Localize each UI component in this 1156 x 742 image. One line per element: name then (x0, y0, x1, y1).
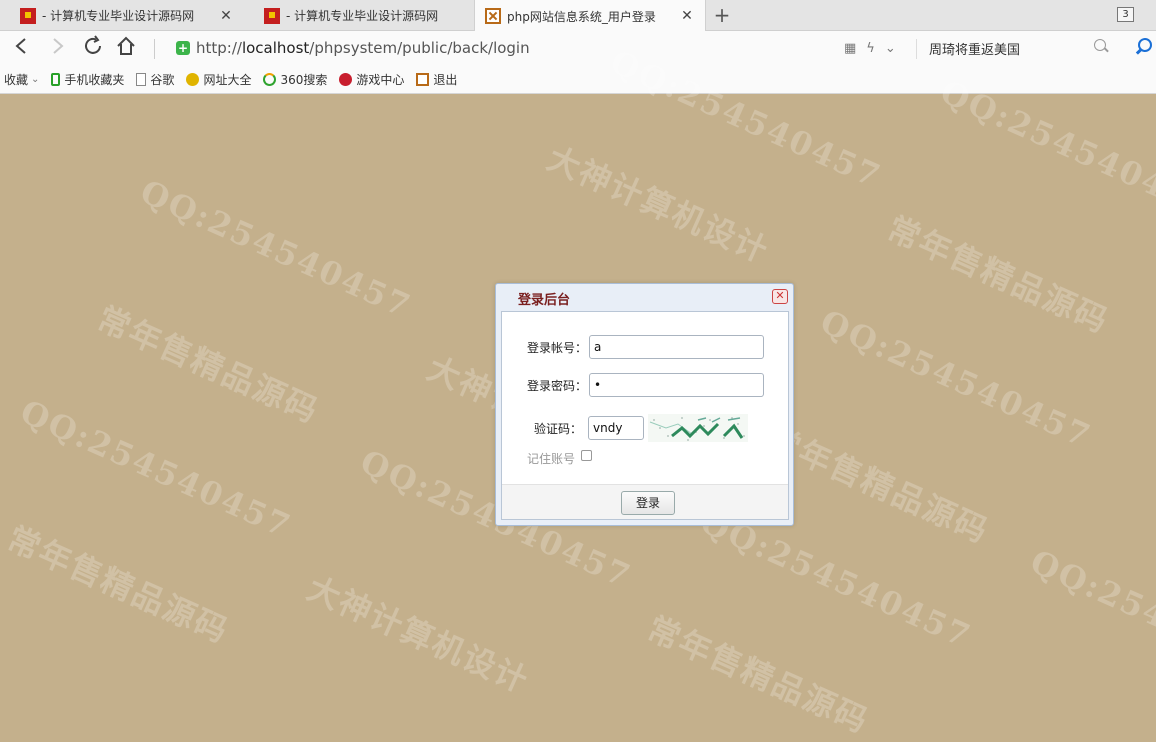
password-label: 登录密码： (527, 378, 588, 393)
watermark-text: QQ:254540457 (1024, 542, 1156, 696)
reload-button[interactable] (80, 35, 106, 61)
captcha-noise-icon (648, 414, 749, 442)
home-button[interactable] (113, 35, 139, 61)
watermark-text: QQ:254540457 (134, 172, 418, 326)
watermark-text: 常年售精品源码 (91, 299, 325, 431)
bookmark-label: 360搜索 (280, 72, 328, 87)
bookmark-exit[interactable]: 退出 (416, 71, 457, 88)
watermark-text: QQ:254540457 (814, 302, 1098, 456)
watermark-text: 常年售精品源码 (641, 609, 875, 741)
bookmark-label: 网址大全 (203, 72, 252, 87)
globe-icon (186, 72, 200, 86)
bookmark-mobile-favorites[interactable]: 手机收藏夹 (51, 71, 124, 88)
login-dialog: 登录后台 ✕ 登录帐号： a 登录密码： • 验证码： vndy 记住账号 登录 (495, 283, 794, 526)
forward-button[interactable] (45, 35, 71, 61)
address-bar[interactable]: + http://localhost/phpsystem/public/back… (170, 37, 910, 59)
url-scheme: http:// (196, 39, 242, 57)
bookmark-google[interactable]: 谷歌 (136, 71, 174, 88)
tab-title: php网站信息系统_用户登录 (507, 9, 656, 24)
search-button-icon[interactable] (1138, 38, 1152, 52)
360-search-icon (263, 72, 277, 86)
bookmark-label: 收藏 (4, 72, 29, 87)
remember-row: 记住账号 (527, 450, 593, 467)
captcha-label: 验证码： (534, 421, 583, 436)
qr-code-icon[interactable]: ▦ (844, 41, 856, 56)
bookmark-url-directory[interactable]: 网址大全 (186, 71, 251, 88)
site-favicon-icon (20, 7, 36, 24)
watermark-text: 大神计算机设计 (541, 139, 775, 271)
tab-title: - 计算机专业毕业设计源码网 (286, 9, 439, 23)
watermark-text: QQ:254540457 (934, 72, 1156, 226)
captcha-row: 验证码： vndy (534, 414, 749, 442)
captcha-input[interactable]: vndy (588, 416, 645, 440)
watermark-text: 大神计算机设计 (301, 569, 535, 701)
url-text[interactable]: http://localhost/phpsystem/public/back/l… (196, 39, 530, 57)
phone-icon (51, 72, 61, 86)
address-tools: ▦ ϟ ⌄ (844, 41, 906, 56)
close-tab-icon[interactable]: ✕ (679, 8, 695, 24)
reload-icon (85, 35, 101, 54)
account-row: 登录帐号： a (527, 335, 765, 359)
back-button[interactable] (8, 35, 34, 61)
bookmark-label: 退出 (433, 72, 458, 87)
chevron-down-icon: ⌄ (31, 73, 40, 85)
password-row: 登录密码： • (527, 373, 765, 397)
back-arrow-icon (15, 38, 26, 54)
search-icon[interactable] (1094, 39, 1106, 51)
dialog-body: 登录帐号： a 登录密码： • 验证码： vndy 记住账号 登录 (501, 311, 789, 520)
bookmarks-bar: 收藏 ⌄ 手机收藏夹 谷歌 网址大全 360搜索 游戏中心 退出 (0, 65, 1156, 94)
tab-source-site-1[interactable]: - 计算机专业毕业设计源码网 ✕ (0, 0, 244, 31)
bookmark-game-center[interactable]: 游戏中心 (339, 71, 404, 88)
bookmark-label: 手机收藏夹 (64, 72, 125, 87)
account-input[interactable]: a (589, 335, 765, 359)
bookmark-360-search[interactable]: 360搜索 (263, 71, 327, 88)
navigation-bar: + http://localhost/phpsystem/public/back… (0, 31, 1156, 65)
remember-label: 记住账号 (527, 452, 576, 466)
dialog-footer: 登录 (502, 484, 788, 519)
home-icon (117, 36, 135, 55)
login-button[interactable]: 登录 (621, 491, 675, 515)
url-path: /phpsystem/public/back/login (309, 39, 530, 57)
captcha-image[interactable] (648, 414, 749, 442)
account-label: 登录帐号： (527, 340, 588, 355)
watermark-text: 常年售精品源码 (761, 419, 995, 551)
page-icon (136, 72, 147, 86)
bookmark-label: 游戏中心 (356, 72, 405, 87)
new-tab-button[interactable]: + (712, 3, 732, 27)
close-icon[interactable]: ✕ (772, 289, 788, 304)
toolbar-divider (154, 39, 155, 59)
watermark-text: QQ:254540457 (14, 392, 298, 546)
tab-strip: - 计算机专业毕业设计源码网 ✕ - 计算机专业毕业设计源码网 php网站信息系… (0, 0, 1156, 32)
lightning-icon[interactable]: ϟ (866, 41, 875, 56)
bookmark-favorites[interactable]: 收藏 ⌄ (0, 71, 39, 88)
bookmark-label: 谷歌 (150, 72, 175, 87)
tab-login-page[interactable]: php网站信息系统_用户登录 ✕ (474, 0, 706, 32)
site-favicon-icon (264, 7, 280, 24)
watermark-text: 常年售精品源码 (881, 209, 1115, 341)
close-tab-icon[interactable]: ✕ (218, 8, 234, 24)
search-divider (916, 39, 917, 59)
search-suggestion[interactable]: 周琦将重返美国 (929, 39, 1020, 58)
password-input[interactable]: • (589, 373, 765, 397)
url-host: localhost (241, 39, 310, 57)
tab-source-site-2[interactable]: - 计算机专业毕业设计源码网 (244, 0, 474, 31)
tab-title: - 计算机专业毕业设计源码网 (42, 9, 195, 23)
watermark-text: 常年售精品源码 (1, 519, 235, 651)
tab-count-badge[interactable]: 3 (1117, 7, 1134, 22)
game-icon (339, 72, 353, 86)
remember-checkbox[interactable] (581, 450, 593, 461)
xampp-icon (416, 72, 430, 86)
forward-arrow-icon (53, 38, 64, 54)
xampp-favicon-icon (485, 8, 501, 24)
secure-shield-icon: + (176, 41, 190, 55)
dialog-title: 登录后台 (518, 293, 571, 308)
chevron-down-icon[interactable]: ⌄ (885, 41, 896, 56)
